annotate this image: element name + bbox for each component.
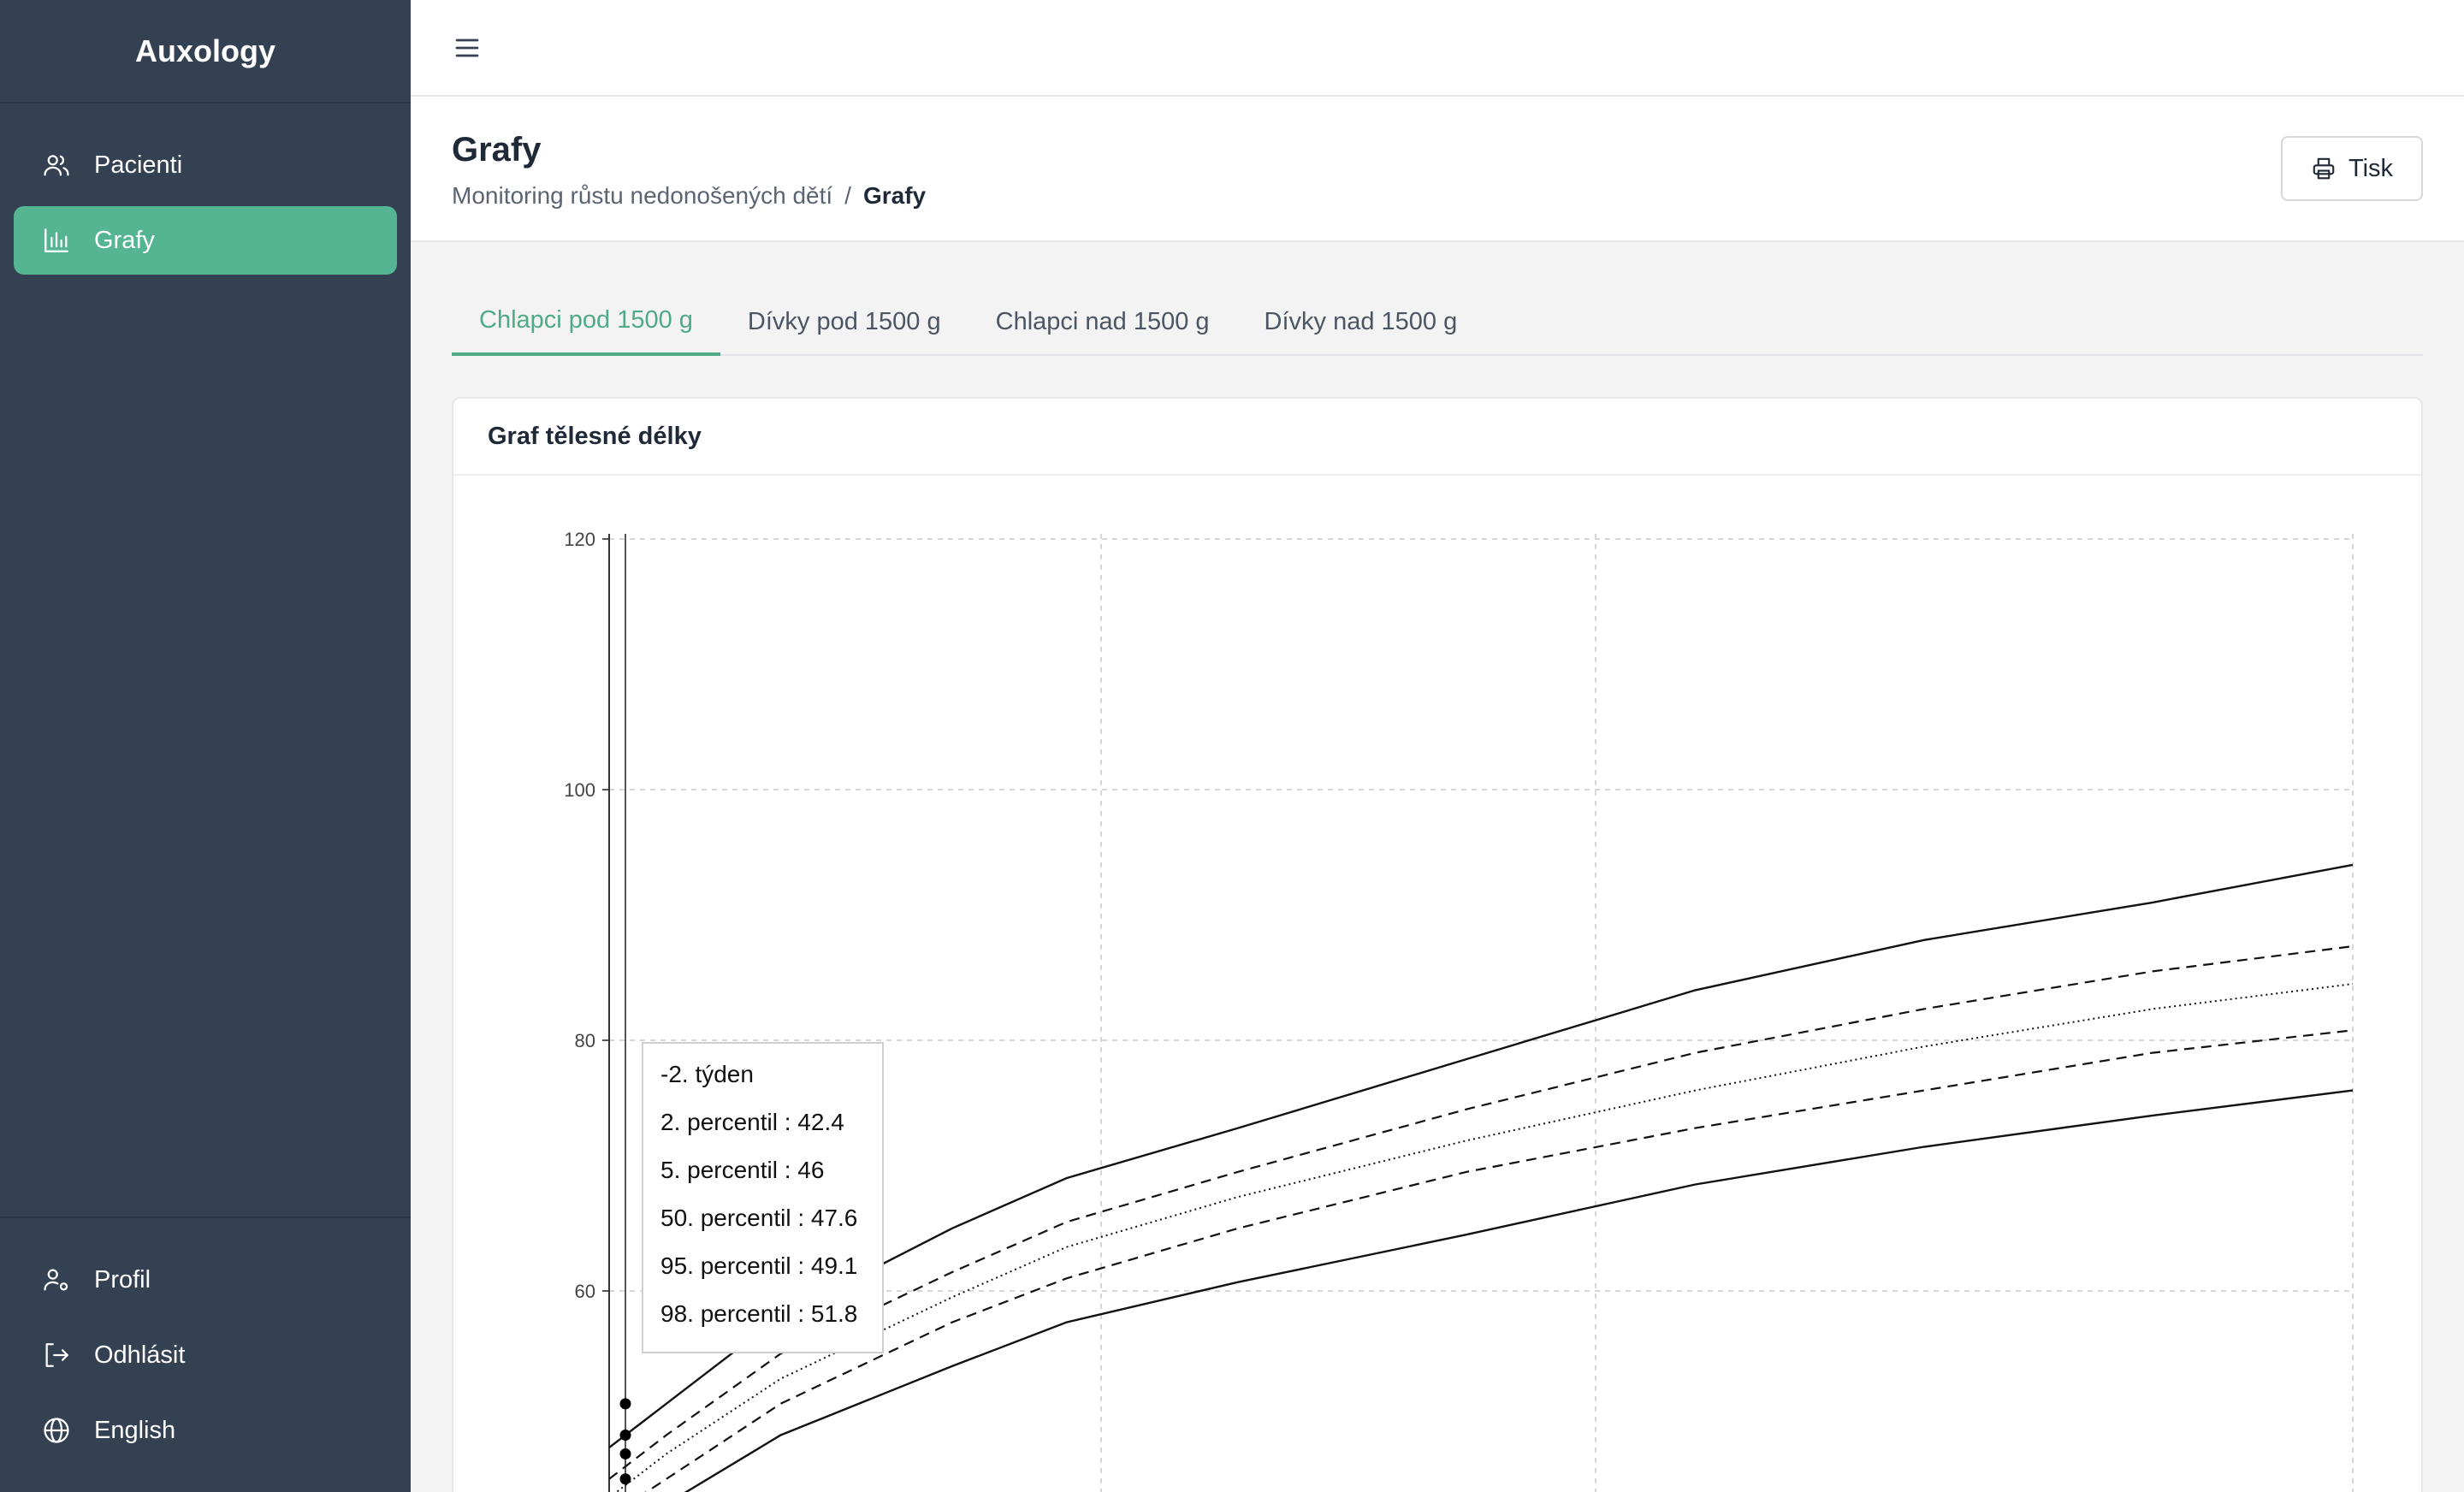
menu-icon[interactable]: [452, 33, 483, 63]
data-point: [619, 1448, 631, 1459]
tooltip-row: 50. percentil : 47.6: [660, 1205, 858, 1231]
sidebar-item-profil[interactable]: Profil: [14, 1246, 397, 1314]
data-point: [619, 1429, 631, 1441]
bar-chart-icon: [41, 225, 72, 256]
globe-icon: [41, 1415, 72, 1446]
breadcrumb-link[interactable]: Monitoring růstu nedonošených dětí: [452, 182, 832, 210]
app-logo[interactable]: Auxology: [0, 0, 411, 104]
y-tick-label: 80: [575, 1030, 595, 1051]
breadcrumb: Monitoring růstu nedonošených dětí / Gra…: [452, 182, 926, 210]
tooltip-row: 5. percentil : 46: [660, 1157, 825, 1183]
y-tick-label: 100: [564, 779, 595, 801]
top-bar: [411, 0, 2464, 97]
sidebar: Auxology Pacienti Grafy Profil Odhlásit …: [0, 0, 411, 1492]
tooltip-row: 98. percentil : 51.8: [660, 1300, 858, 1327]
sidebar-item-pacienti[interactable]: Pacienti: [14, 131, 397, 199]
printer-icon: [2313, 157, 2335, 180]
sidebar-item-label: Pacienti: [94, 151, 183, 179]
sidebar-item-label: Grafy: [94, 226, 155, 254]
user-settings-icon: [41, 1264, 72, 1295]
sidebar-item-odhlasit[interactable]: Odhlásit: [14, 1321, 397, 1389]
data-point: [619, 1473, 631, 1485]
sidebar-divider: [0, 1217, 411, 1218]
breadcrumb-current: Grafy: [862, 182, 927, 209]
tab-divky-pod-1500[interactable]: Dívky pod 1500 g: [720, 287, 968, 356]
sidebar-item-label: Profil: [94, 1265, 151, 1294]
y-tick-label: 60: [575, 1281, 595, 1302]
print-button[interactable]: Tisk: [2281, 136, 2423, 201]
y-tick-label: 120: [564, 529, 595, 550]
sidebar-item-grafy[interactable]: Grafy: [14, 206, 397, 275]
tab-chlapci-pod-1500[interactable]: Chlapci pod 1500 g: [452, 287, 720, 356]
tab-chlapci-nad-1500[interactable]: Chlapci nad 1500 g: [968, 287, 1237, 356]
page-title: Grafy: [452, 131, 542, 169]
tab-divky-nad-1500[interactable]: Dívky nad 1500 g: [1237, 287, 1485, 356]
tooltip-title: -2. týden: [660, 1061, 754, 1087]
tooltip-row: 95. percentil : 49.1: [660, 1252, 858, 1279]
print-button-label: Tisk: [2348, 154, 2394, 182]
logout-icon: [41, 1340, 72, 1371]
users-icon: [41, 150, 72, 181]
sidebar-item-label: Odhlásit: [94, 1341, 186, 1369]
page-header: Grafy Monitoring růstu nedonošených dětí…: [411, 97, 2464, 242]
tab-bar: Chlapci pod 1500 g Dívky pod 1500 g Chla…: [452, 287, 2423, 356]
tooltip-row: 2. percentil : 42.4: [660, 1109, 844, 1135]
data-point: [619, 1398, 631, 1410]
breadcrumb-separator: /: [844, 182, 851, 209]
chart-tooltip: -2. týden 2. percentil : 42.4 5. percent…: [642, 1042, 884, 1353]
sidebar-item-english[interactable]: English: [14, 1396, 397, 1465]
sidebar-item-label: English: [94, 1416, 176, 1444]
